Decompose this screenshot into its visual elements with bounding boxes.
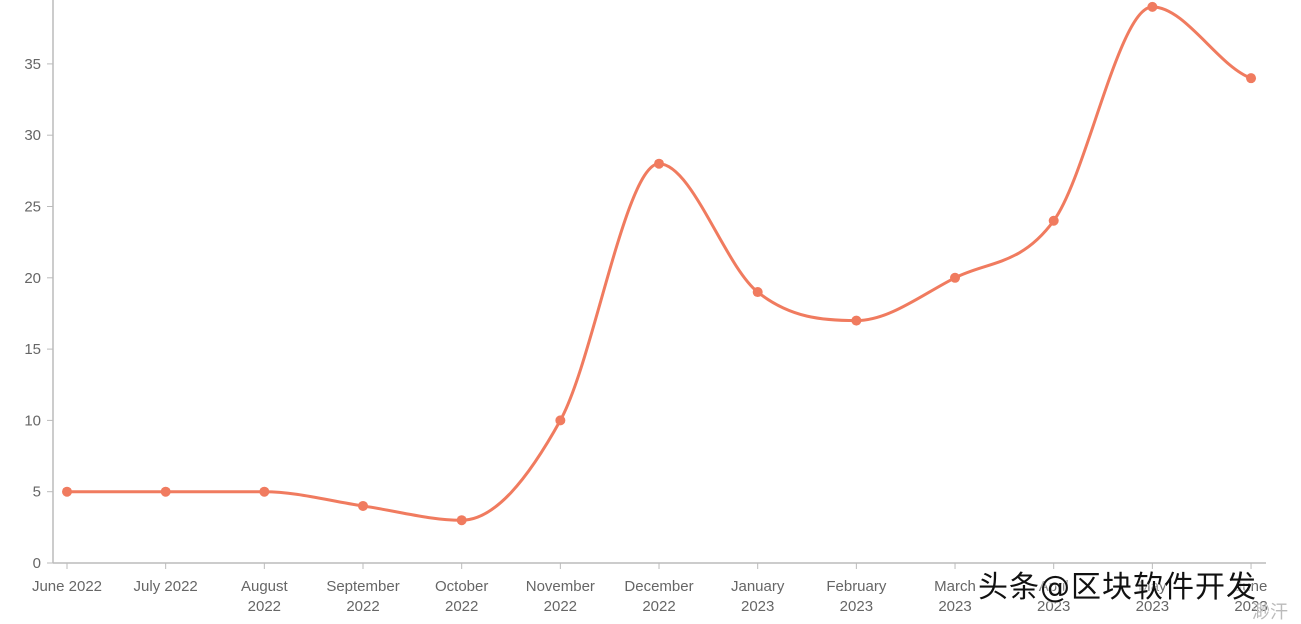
data-point bbox=[752, 287, 763, 298]
x-tick-label: December 2022 bbox=[624, 578, 693, 615]
y-tick-label: 25 bbox=[24, 199, 41, 216]
watermark: 头条@区块软件开发 bbox=[978, 570, 1257, 605]
data-point bbox=[160, 486, 171, 497]
y-tick-label: 40 bbox=[24, 0, 41, 2]
x-tick-label: September 2022 bbox=[326, 578, 399, 615]
y-tick-label: 20 bbox=[24, 270, 41, 287]
data-point bbox=[555, 415, 566, 426]
x-tick-label: August 2022 bbox=[241, 578, 289, 615]
data-point bbox=[1246, 73, 1257, 84]
data-point bbox=[851, 315, 862, 326]
x-tick-label: February 2023 bbox=[826, 578, 887, 615]
x-tick-label: November 2022 bbox=[526, 578, 595, 615]
data-point bbox=[358, 500, 369, 511]
data-point bbox=[62, 486, 72, 497]
data-point bbox=[950, 272, 961, 283]
x-tick-label: October 2022 bbox=[435, 578, 488, 615]
data-point bbox=[1048, 215, 1059, 226]
y-tick-label: 35 bbox=[24, 56, 41, 73]
y-tick-label: 30 bbox=[24, 127, 41, 144]
data-point bbox=[456, 515, 467, 526]
y-tick-label: 15 bbox=[24, 341, 41, 358]
x-tick-label: March 2023 bbox=[934, 578, 976, 615]
data-point bbox=[259, 486, 270, 497]
line-chart: 0 5 10 15 20 25 30 35 40 June 2022 July 2022 August… bbox=[24, 0, 1268, 615]
y-tick-label: 10 bbox=[24, 412, 41, 429]
x-tick-label: January 2023 bbox=[731, 578, 785, 615]
series-line bbox=[66, 5, 1252, 522]
y-tick-label: 0 bbox=[33, 555, 41, 572]
data-point bbox=[1147, 1, 1158, 12]
x-tick-label: July 2022 bbox=[134, 578, 198, 595]
x-tick-label: June 2022 bbox=[32, 578, 102, 595]
watermark-subtext: 渺汗 bbox=[1252, 602, 1288, 623]
data-point bbox=[654, 158, 665, 169]
y-tick-label: 5 bbox=[33, 484, 41, 501]
